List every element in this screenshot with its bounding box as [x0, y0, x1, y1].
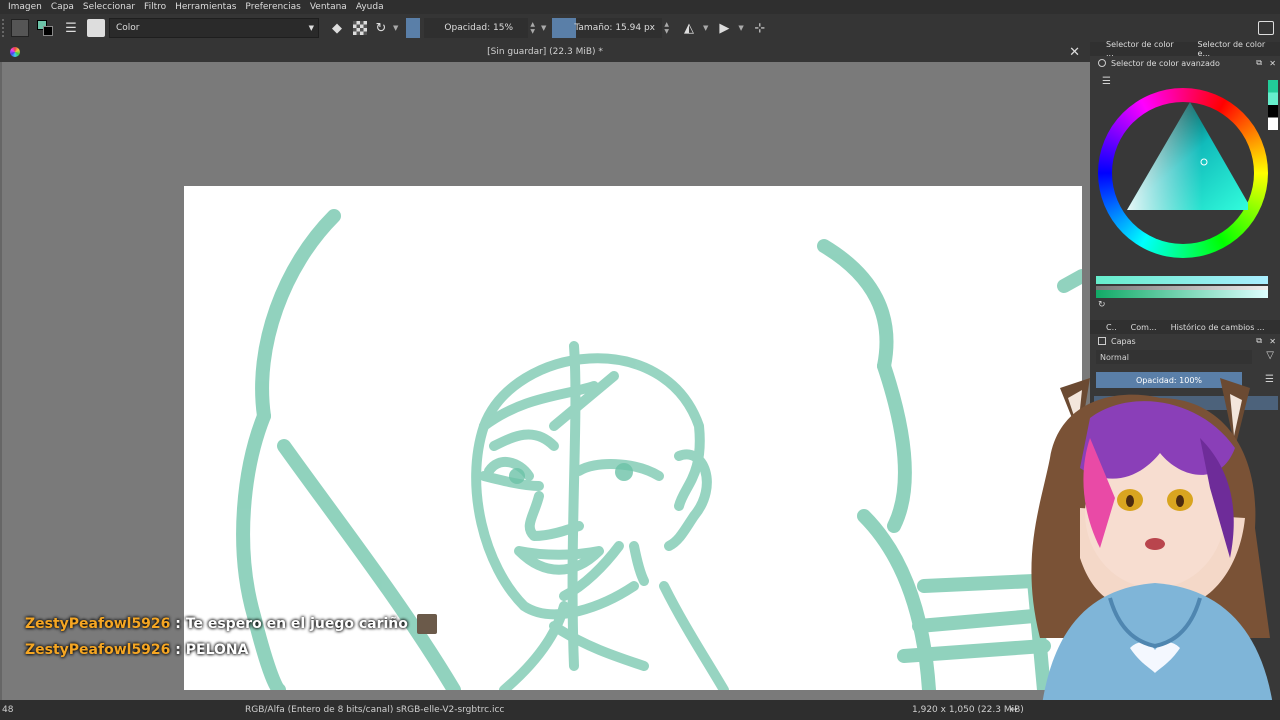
menu-capa[interactable]: Capa [51, 2, 74, 12]
hsv-slider-1[interactable] [1096, 276, 1268, 284]
document-title: [Sin guardar] (22.3 MiB) * [487, 47, 603, 57]
tab-color-selector-2[interactable]: Selector de color e... [1198, 40, 1280, 58]
reload-icon[interactable]: ↻ [371, 18, 391, 38]
chevron-down-icon[interactable]: ▼ [738, 24, 743, 32]
layers-icon [1098, 337, 1106, 345]
status-bar: 48 RGB/Alfa (Entero de 8 bits/canal) sRG… [0, 700, 1280, 720]
color-wheel[interactable] [1098, 88, 1268, 258]
color-swatch[interactable] [406, 18, 421, 38]
chat-username: ZestyPeafowl5926 [25, 642, 171, 658]
menu-seleccionar[interactable]: Seleccionar [83, 2, 135, 12]
brush-preset-icon[interactable] [87, 19, 105, 37]
hsv-slider-3[interactable] [1096, 290, 1268, 298]
layers-header: Capas ⧉ ✕ [1090, 334, 1280, 348]
fg-bg-color-icon[interactable] [35, 18, 55, 38]
wrap-around-icon[interactable]: ⊹ [750, 18, 770, 38]
layer-docker-tabs: C.. Com... Histórico de cambios ... [1090, 320, 1280, 334]
close-icon[interactable]: ✕ [1069, 45, 1080, 60]
docker-toggle-icon[interactable] [1258, 21, 1274, 35]
menu-herramientas[interactable]: Herramientas [175, 2, 236, 12]
pattern-swatch[interactable] [11, 19, 29, 37]
tab-com[interactable]: Com... [1131, 323, 1157, 332]
canvas-ruler-left [0, 62, 2, 700]
brush-settings-icon[interactable]: ☰ [61, 18, 81, 38]
chevron-down-icon[interactable]: ▼ [541, 24, 546, 32]
color-docker-tabs: Selector de color ... Selector de color … [1090, 40, 1280, 58]
eraser-icon[interactable]: ◆ [327, 18, 347, 38]
colorspace-info: RGB/Alfa (Entero de 8 bits/canal) sRGB-e… [245, 705, 505, 715]
float-icon[interactable]: ⧉ [1256, 58, 1262, 68]
vtuber-avatar [1031, 378, 1275, 720]
float-icon[interactable]: ⧉ [1256, 336, 1262, 346]
blend-mode-select[interactable]: Color ▼ [109, 18, 319, 38]
document-tab[interactable]: [Sin guardar] (22.3 MiB) * ✕ [0, 42, 1090, 62]
spin-arrows-icon[interactable]: ▲ ▼ [664, 21, 669, 35]
color-panel-header: Selector de color avanzado ⧉ ✕ [1090, 56, 1280, 70]
refresh-icon[interactable]: ↻ [1098, 300, 1106, 310]
arrow-icon[interactable]: ↔ [1010, 705, 1018, 715]
alpha-lock-icon[interactable] [353, 21, 367, 35]
tool-options-bar: ☰ Color ▼ ◆ ↻ ▼ Opacidad: 15% ▲ ▼ ▼ Tamañ… [0, 14, 1280, 42]
chevron-down-icon[interactable]: ▼ [703, 24, 708, 32]
image-dimensions: 1,920 x 1,050 (22.3 MiB) [912, 705, 1024, 715]
chat-message-2: ZestyPeafowl5926 : PELONA [25, 642, 249, 658]
palette-icon [1098, 59, 1106, 67]
chevron-down-icon: ▼ [308, 24, 314, 32]
chat-text: Te espero en el juego cariño [185, 616, 408, 632]
tab-color-selector[interactable]: Selector de color ... [1106, 40, 1184, 58]
status-left: 48 [2, 705, 14, 715]
recent-colors-strip[interactable] [1268, 80, 1278, 130]
menu-bar: Imagen Capa Seleccionar Filtro Herramien… [0, 0, 1280, 14]
spin-arrows-icon[interactable]: ▲ ▼ [530, 21, 535, 35]
color-triangle[interactable] [1118, 102, 1248, 212]
chat-username: ZestyPeafowl5926 [25, 616, 171, 632]
emote-icon [416, 614, 437, 634]
menu-imagen[interactable]: Imagen [8, 2, 42, 12]
close-icon[interactable]: ✕ [1269, 337, 1276, 346]
grip-handle [2, 19, 6, 37]
size-slider[interactable]: Tamaño: 15.94 px [552, 18, 663, 38]
tab-c[interactable]: C.. [1106, 323, 1117, 332]
menu-ventana[interactable]: Ventana [310, 2, 347, 12]
menu-ayuda[interactable]: Ayuda [356, 2, 384, 12]
chevron-down-icon[interactable]: ▼ [393, 24, 398, 32]
list-icon[interactable]: ☰ [1102, 76, 1111, 87]
chat-text: PELONA [185, 642, 249, 658]
mirror-horizontal-icon[interactable]: ◭ [679, 18, 699, 38]
mirror-vertical-icon[interactable]: ▶ [714, 18, 734, 38]
opacity-slider[interactable]: Opacidad: 15% [424, 18, 529, 38]
chat-message-1: ZestyPeafowl5926 : Te espero en el juego… [25, 614, 437, 634]
menu-preferencias[interactable]: Preferencias [245, 2, 300, 12]
krita-icon [10, 47, 20, 57]
tab-history[interactable]: Histórico de cambios ... [1171, 323, 1265, 332]
close-icon[interactable]: ✕ [1269, 59, 1276, 68]
menu-filtro[interactable]: Filtro [144, 2, 166, 12]
